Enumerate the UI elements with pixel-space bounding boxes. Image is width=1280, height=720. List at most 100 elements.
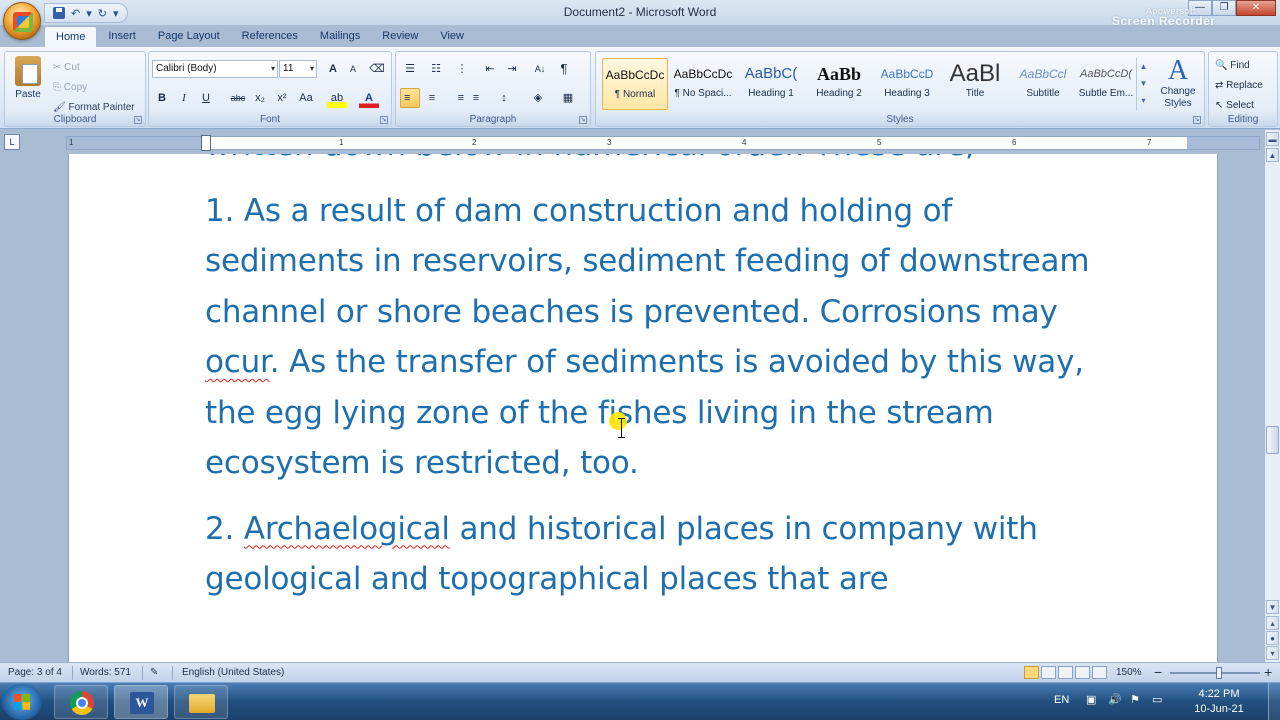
underline-button[interactable]: U xyxy=(196,88,216,108)
tab-view[interactable]: View xyxy=(429,26,475,48)
next-page-icon[interactable]: ▾ xyxy=(1266,646,1279,660)
taskbar-word[interactable]: W xyxy=(114,685,168,719)
find-button[interactable]: 🔍 Find xyxy=(1215,56,1263,76)
paragraph-launcher-icon[interactable]: ↘ xyxy=(579,116,587,124)
start-button[interactable] xyxy=(2,684,42,720)
volume-icon[interactable]: 🔊 xyxy=(1108,693,1122,706)
zoom-slider-knob[interactable] xyxy=(1216,667,1222,679)
scroll-thumb[interactable] xyxy=(1266,426,1279,454)
bold-button[interactable]: B xyxy=(152,88,172,108)
style-heading-1[interactable]: AaBbC( Heading 1 xyxy=(738,58,804,110)
input-language[interactable]: EN xyxy=(1054,694,1069,706)
style-heading-2[interactable]: AaBb Heading 2 xyxy=(806,58,872,110)
zoom-in-button[interactable]: + xyxy=(1264,664,1272,680)
style-normal[interactable]: AaBbCcDc ¶ Normal xyxy=(602,58,668,110)
tab-references[interactable]: References xyxy=(231,26,309,48)
outline-view-icon[interactable] xyxy=(1075,666,1090,679)
font-color-button[interactable]: A xyxy=(359,88,379,108)
tab-mailings[interactable]: Mailings xyxy=(309,26,371,48)
tab-selector-button[interactable]: L xyxy=(4,134,20,150)
ruler-toggle-icon[interactable]: ▬ xyxy=(1266,132,1279,146)
document-page[interactable]: written down below in numerical order. T… xyxy=(68,154,1218,662)
horizontal-ruler[interactable]: 1 1 2 3 4 5 6 7 xyxy=(66,135,1260,151)
clock-date[interactable]: 10-Jun-21 xyxy=(1184,703,1254,715)
paste-button[interactable]: Paste xyxy=(9,56,47,100)
indent-marker[interactable] xyxy=(201,135,211,151)
line-spacing-button[interactable]: ↕ xyxy=(494,88,514,108)
grow-font-button[interactable]: A xyxy=(323,59,343,79)
bullets-button[interactable]: ☰ xyxy=(400,59,420,79)
scroll-down-icon[interactable]: ▼ xyxy=(1266,600,1279,614)
clear-formatting-button[interactable]: ⌫ xyxy=(367,59,387,79)
web-layout-view-icon[interactable] xyxy=(1058,666,1073,679)
highlight-button[interactable]: ab xyxy=(327,88,347,108)
tab-insert[interactable]: Insert xyxy=(97,26,147,48)
browse-object-icon[interactable]: ● xyxy=(1266,631,1279,645)
proofing-icon[interactable]: ✎ xyxy=(150,667,158,678)
print-layout-view-icon[interactable] xyxy=(1024,666,1039,679)
zoom-out-button[interactable]: − xyxy=(1154,664,1162,680)
copy-button[interactable]: ⎘ Copy xyxy=(53,78,135,98)
language-status[interactable]: English (United States) xyxy=(182,667,284,678)
close-button[interactable]: ✕ xyxy=(1236,0,1276,16)
draft-view-icon[interactable] xyxy=(1092,666,1107,679)
sort-button[interactable]: A↓ xyxy=(530,59,550,79)
full-screen-view-icon[interactable] xyxy=(1041,666,1056,679)
network-icon[interactable]: ▣ xyxy=(1086,693,1096,706)
multilevel-list-button[interactable]: ⋮ xyxy=(452,59,472,79)
style-heading-3[interactable]: AaBbCcD Heading 3 xyxy=(874,58,940,110)
scroll-up-icon[interactable]: ▲ xyxy=(1266,148,1279,162)
superscript-button[interactable]: x² xyxy=(272,88,292,108)
borders-button[interactable]: ▦ xyxy=(558,88,578,108)
paragraph-2[interactable]: 2. Archaelogical and historical places i… xyxy=(205,504,1095,605)
center-button[interactable]: ≡ xyxy=(422,88,442,108)
zoom-level[interactable]: 150% xyxy=(1116,667,1142,678)
style-subtle-emphasis[interactable]: AaBbCcD( Subtle Em... xyxy=(1078,58,1134,110)
word-count[interactable]: Words: 571 xyxy=(80,667,131,678)
page-count[interactable]: Page: 3 of 4 xyxy=(8,667,62,678)
font-name-select[interactable]: Calibri (Body) xyxy=(152,60,278,78)
change-case-button[interactable]: Aa xyxy=(296,88,316,108)
previous-page-icon[interactable]: ▴ xyxy=(1266,616,1279,630)
style-subtitle[interactable]: AaBbCcl Subtitle xyxy=(1010,58,1076,110)
font-launcher-icon[interactable]: ↘ xyxy=(380,116,388,124)
styles-launcher-icon[interactable]: ↘ xyxy=(1193,116,1201,124)
flag-icon[interactable]: ⚑ xyxy=(1130,693,1140,706)
shrink-font-button[interactable]: A xyxy=(343,59,363,79)
increase-indent-button[interactable]: ⇥ xyxy=(502,59,522,79)
paragraph-1[interactable]: 1. As a result of dam construction and h… xyxy=(205,186,1095,489)
replace-button[interactable]: ⇄ Replace xyxy=(1215,76,1263,96)
styles-gallery-scroll[interactable]: ▲ ▼ ▾ xyxy=(1136,58,1150,110)
show-formatting-button[interactable]: ¶ xyxy=(554,59,574,79)
decrease-indent-button[interactable]: ⇤ xyxy=(480,59,500,79)
subscript-button[interactable]: x₂ xyxy=(250,88,270,108)
justify-button[interactable]: ≡ xyxy=(466,88,486,108)
cut-button[interactable]: ✂ Cut xyxy=(53,58,135,78)
vertical-scrollbar[interactable]: ▬ ▲ ▼ ▴ ● ▾ xyxy=(1264,130,1280,662)
align-left-button[interactable]: ≡ xyxy=(400,88,420,108)
monitor-icon[interactable]: ▭ xyxy=(1152,693,1162,706)
style-title[interactable]: AaBl Title xyxy=(942,58,1008,110)
font-size-select[interactable]: 11 xyxy=(279,60,317,78)
taskbar-explorer[interactable] xyxy=(174,685,228,719)
office-button[interactable] xyxy=(3,2,41,40)
taskbar-chrome[interactable] xyxy=(54,685,108,719)
show-desktop-button[interactable] xyxy=(1268,683,1280,720)
clock-time[interactable]: 4:22 PM xyxy=(1184,688,1254,700)
misspelled-word[interactable]: ocur xyxy=(205,344,270,380)
paragraph-partial[interactable]: written down below in numerical order. T… xyxy=(205,154,1095,171)
shading-button[interactable]: ◈ xyxy=(528,88,548,108)
numbering-button[interactable]: ☷ xyxy=(426,59,446,79)
style-no-spacing[interactable]: AaBbCcDc ¶ No Spaci... xyxy=(670,58,736,110)
misspelled-word[interactable]: Archaelogical xyxy=(244,511,450,547)
strikethrough-button[interactable]: abc xyxy=(228,88,248,108)
tab-home[interactable]: Home xyxy=(44,26,98,48)
align-right-button[interactable]: ≡ xyxy=(444,88,464,108)
chevron-up-icon[interactable]: ▲ xyxy=(1137,58,1150,75)
italic-button[interactable]: I xyxy=(174,88,194,108)
document-text[interactable]: written down below in numerical order. T… xyxy=(205,154,1095,605)
change-styles-button[interactable]: A Change Styles xyxy=(1156,56,1200,110)
tab-review[interactable]: Review xyxy=(371,26,429,48)
select-button[interactable]: ↖ Select xyxy=(1215,96,1263,116)
clipboard-launcher-icon[interactable]: ↘ xyxy=(134,116,142,124)
